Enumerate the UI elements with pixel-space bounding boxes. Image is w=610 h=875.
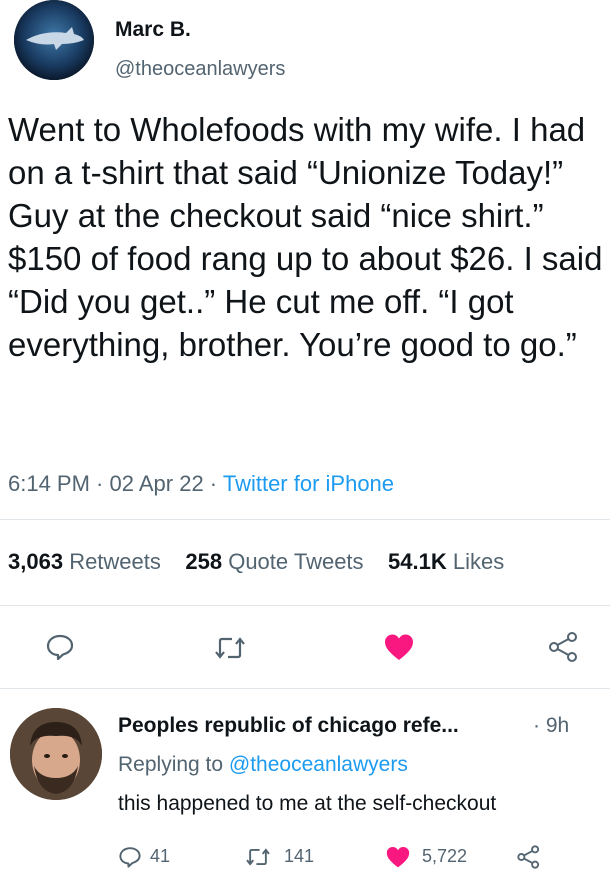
shark-image (14, 0, 94, 80)
share-icon (549, 632, 577, 662)
comment-icon (119, 847, 141, 868)
reply-like-button[interactable] (385, 845, 411, 874)
replying-handle[interactable]: @theoceanlawyers (229, 753, 408, 776)
comment-icon (46, 634, 74, 661)
tweet-source[interactable]: Twitter for iPhone (223, 471, 394, 496)
engagement-stats: 3,063 Retweets 258 Quote Tweets 54.1K Li… (8, 549, 504, 575)
divider (0, 519, 610, 520)
replying-to: Replying to @theoceanlawyers (118, 753, 408, 777)
reply-author-name[interactable]: Peoples republic of chicago refe... (118, 714, 459, 738)
reply-like-count: 5,722 (422, 846, 468, 866)
author-name[interactable]: Marc B. (115, 18, 191, 42)
reply-retweet-count: 141 (284, 846, 315, 866)
retweet-icon (246, 848, 270, 866)
reply-text: this happened to me at the self-checkout (118, 792, 497, 815)
likes-count: 54.1K (388, 549, 447, 574)
share-button[interactable] (547, 630, 581, 669)
tweet-time[interactable]: 6:14 PM (8, 471, 90, 496)
retweet-icon (215, 637, 245, 659)
retweet-button[interactable] (214, 634, 246, 667)
replying-prefix: Replying to (118, 753, 229, 776)
author-avatar[interactable] (14, 0, 94, 80)
quotes-count: 258 (185, 549, 223, 574)
heart-icon (385, 634, 413, 660)
reply-author-avatar[interactable] (10, 708, 102, 800)
retweets-count: 3,063 (8, 549, 64, 574)
profile-photo (10, 708, 102, 800)
quotes-label: Quote Tweets (228, 549, 364, 574)
reply-reply-button[interactable] (118, 845, 142, 874)
like-button[interactable] (383, 632, 415, 667)
reply-share-button[interactable] (516, 844, 542, 875)
reply-reply-count: 41 (150, 846, 171, 866)
quotes-stat[interactable]: 258 Quote Tweets (185, 549, 363, 574)
heart-icon (386, 847, 410, 868)
reply-retweet-button[interactable] (245, 846, 271, 873)
meta-separator: · (89, 471, 110, 496)
reply-button[interactable] (45, 632, 75, 667)
share-icon (517, 845, 540, 869)
reply-time-value: 9h (545, 714, 570, 737)
likes-stat[interactable]: 54.1K Likes (388, 549, 504, 574)
retweets-stat[interactable]: 3,063 Retweets (8, 549, 161, 574)
reply-time-separator: · (533, 714, 540, 737)
reply-time[interactable]: · 9h (533, 714, 569, 738)
likes-label: Likes (452, 549, 505, 574)
meta-separator: · (203, 471, 223, 496)
retweets-label: Retweets (69, 549, 161, 574)
divider (0, 688, 610, 689)
divider (0, 605, 610, 606)
tweet-meta: 6:14 PM · 02 Apr 22 · Twitter for iPhone (8, 471, 394, 497)
tweet-date[interactable]: 02 Apr 22 (110, 471, 204, 496)
tweet-text: Went to Wholefoods with my wife. I had o… (8, 111, 603, 363)
author-handle[interactable]: @theoceanlawyers (115, 58, 285, 81)
